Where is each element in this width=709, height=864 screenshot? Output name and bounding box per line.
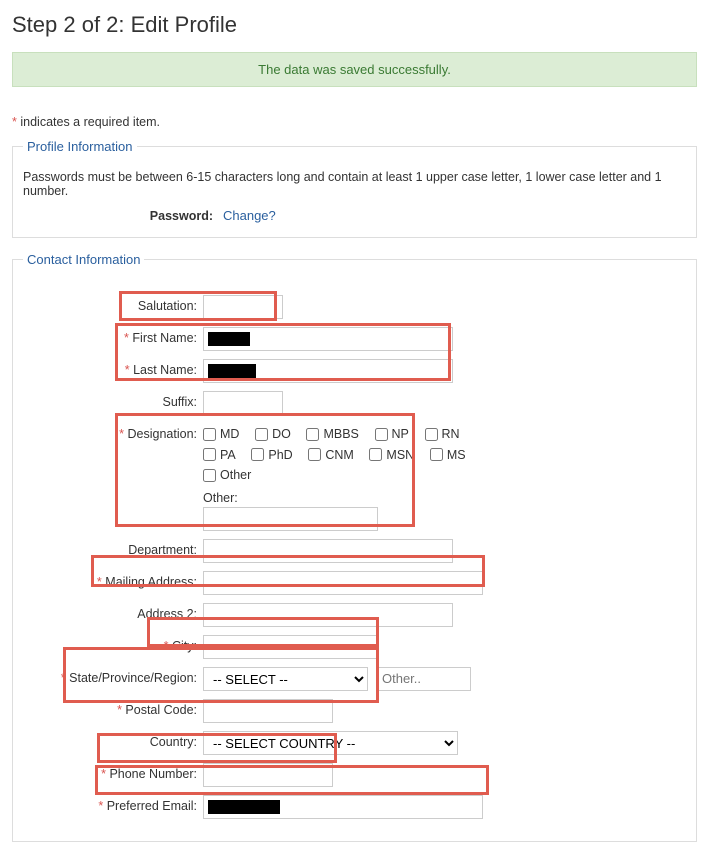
suffix-input[interactable] — [203, 391, 283, 415]
password-requirements: Passwords must be between 6-15 character… — [23, 170, 686, 198]
phone-label: * Phone Number: — [23, 763, 203, 781]
designation-mbbs[interactable]: MBBS — [306, 427, 358, 441]
address2-label: Address 2: — [23, 603, 203, 621]
required-note: * indicates a required item. — [12, 115, 697, 129]
page-title: Step 2 of 2: Edit Profile — [12, 12, 697, 38]
designation-md[interactable]: MD — [203, 427, 239, 441]
contact-legend: Contact Information — [23, 252, 144, 267]
country-select[interactable]: -- SELECT COUNTRY -- — [203, 731, 458, 755]
salutation-input[interactable] — [203, 295, 283, 319]
password-label: Password: — [23, 209, 223, 223]
state-other-input[interactable] — [376, 667, 471, 691]
required-asterisk-icon: * — [12, 115, 17, 129]
success-alert: The data was saved successfully. — [12, 52, 697, 87]
mailing-label: * Mailing Address: — [23, 571, 203, 589]
city-input[interactable] — [203, 635, 378, 659]
phone-input[interactable] — [203, 763, 333, 787]
designation-other-input[interactable] — [203, 507, 378, 531]
designation-group: MD DO MBBS NP RN PA PhD CNM MSN MS Other… — [203, 423, 686, 531]
change-password-link[interactable]: Change? — [223, 208, 276, 223]
last-name-label: * Last Name: — [23, 359, 203, 377]
designation-do[interactable]: DO — [255, 427, 291, 441]
postal-label: * Postal Code: — [23, 699, 203, 717]
suffix-label: Suffix: — [23, 391, 203, 409]
profile-information-section: Profile Information Passwords must be be… — [12, 139, 697, 238]
designation-phd[interactable]: PhD — [251, 448, 292, 462]
designation-label: * Designation: — [23, 423, 203, 441]
department-label: Department: — [23, 539, 203, 557]
redacted-block — [208, 364, 256, 378]
department-input[interactable] — [203, 539, 453, 563]
postal-input[interactable] — [203, 699, 333, 723]
designation-other[interactable]: Other — [203, 468, 251, 482]
redacted-block — [208, 800, 280, 814]
contact-information-section: Contact Information Salutation: * First … — [12, 252, 697, 842]
designation-pa[interactable]: PA — [203, 448, 236, 462]
designation-msn[interactable]: MSN — [369, 448, 414, 462]
designation-np[interactable]: NP — [375, 427, 409, 441]
salutation-label: Salutation: — [23, 295, 203, 313]
mailing-input[interactable] — [203, 571, 483, 595]
email-label: * Preferred Email: — [23, 795, 203, 813]
address2-input[interactable] — [203, 603, 453, 627]
designation-other-label: Other: — [203, 491, 686, 505]
country-label: Country: — [23, 731, 203, 749]
designation-cnm[interactable]: CNM — [308, 448, 353, 462]
redacted-block — [208, 332, 250, 346]
city-label: * City: — [23, 635, 203, 653]
state-select[interactable]: -- SELECT -- — [203, 667, 368, 691]
required-note-text: indicates a required item. — [20, 115, 160, 129]
first-name-label: * First Name: — [23, 327, 203, 345]
state-label: * State/Province/Region: — [23, 667, 203, 685]
designation-ms[interactable]: MS — [430, 448, 466, 462]
profile-legend: Profile Information — [23, 139, 137, 154]
designation-rn[interactable]: RN — [425, 427, 460, 441]
